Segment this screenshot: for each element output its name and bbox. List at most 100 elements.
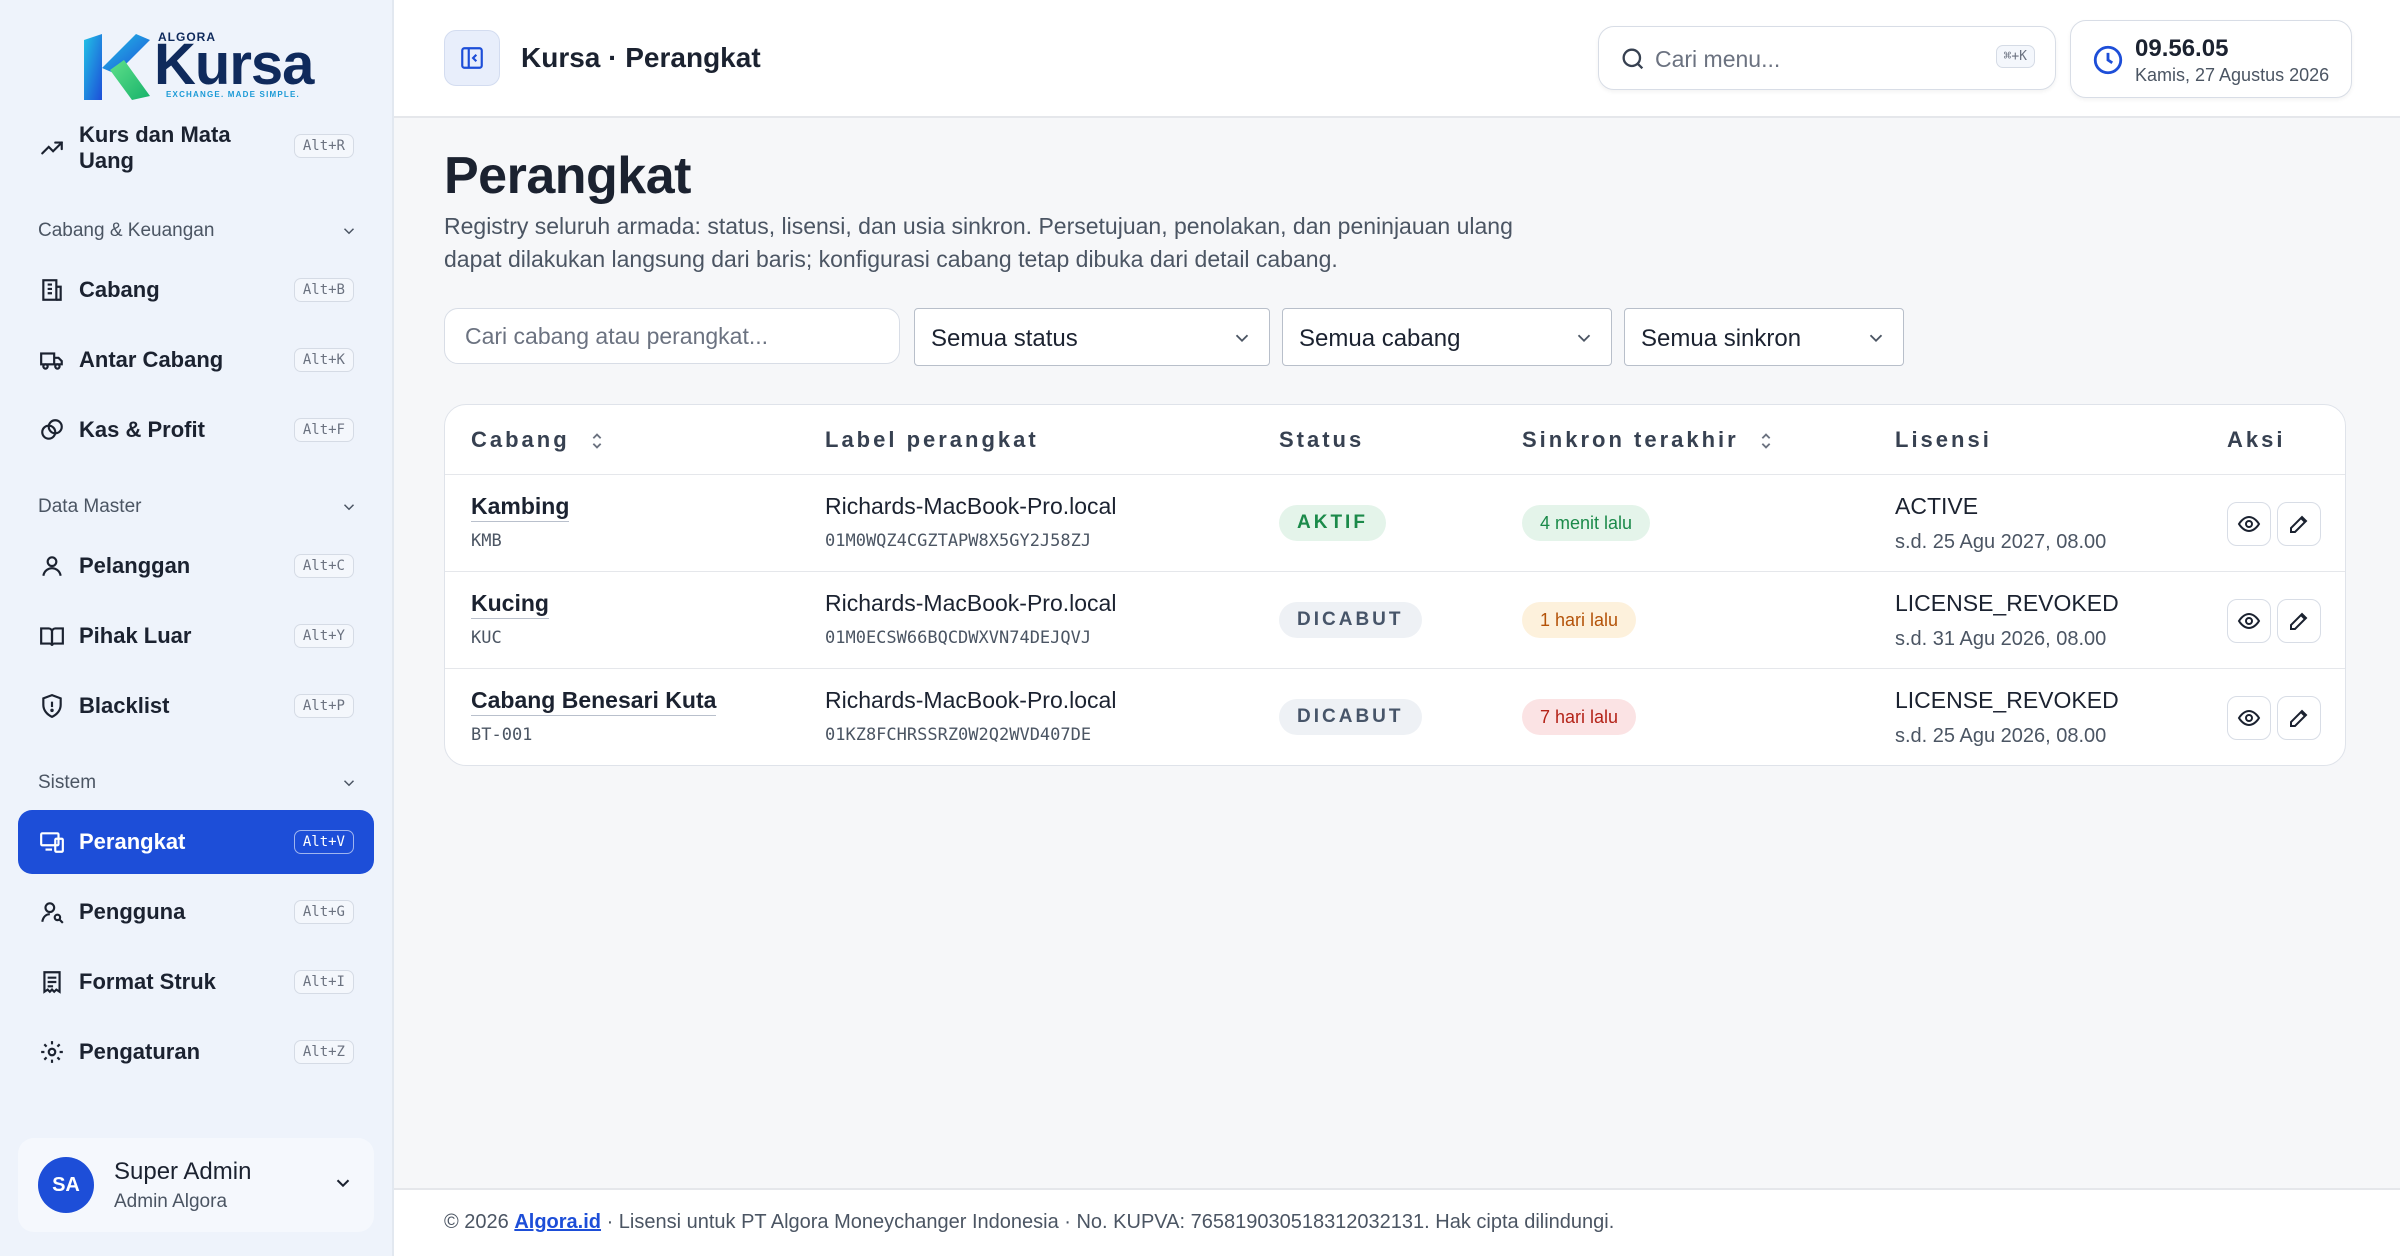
sidebar-item-cabang[interactable]: Cabang Alt+B — [18, 258, 374, 322]
footer-link[interactable]: Algora.id — [514, 1211, 601, 1233]
sort-icon — [1761, 433, 1771, 449]
sync-filter-select[interactable]: Semua sinkron — [1624, 308, 1904, 366]
sync-badge: 1 hari lalu — [1522, 602, 1637, 638]
chevron-down-icon — [1577, 334, 1591, 343]
section-data-master[interactable]: Data Master — [38, 496, 358, 518]
view-button[interactable] — [2227, 502, 2271, 546]
shield-icon — [38, 692, 66, 720]
column-header-label: Label perangkat — [825, 427, 1039, 452]
column-header-status: Status — [1279, 427, 1365, 452]
chevron-down-icon — [343, 228, 355, 235]
select-value: Semua sinkron — [1641, 325, 1802, 352]
sidebar: ALGORA Kursa EXCHANGE. MADE SIMPLE. Kurs… — [0, 0, 394, 1256]
breadcrumb: Kursa · Perangkat — [521, 42, 761, 73]
table-header: Cabang Label perangkat Status Sinkron te… — [445, 405, 2345, 475]
view-button[interactable] — [2227, 599, 2271, 643]
sidebar-item-label: Format Struk — [79, 969, 216, 994]
sidebar-item-kurs[interactable]: Kurs dan Mata Uang Alt+R — [18, 120, 374, 184]
book-open-icon — [38, 622, 66, 650]
sidebar-item-label: Kurs dan Mata — [79, 122, 231, 147]
section-title: Sistem — [38, 772, 97, 793]
license-expiry: s.d. 31 Agu 2026, 08.00 — [1895, 628, 2107, 650]
brand-tagline: EXCHANGE. MADE SIMPLE. — [166, 90, 300, 99]
view-button[interactable] — [2227, 696, 2271, 740]
section-cabang-keuangan[interactable]: Cabang & Keuangan — [38, 220, 358, 242]
user-role: Admin Algora — [114, 1191, 228, 1212]
shortcut-badge: Alt+P — [293, 694, 354, 718]
branch-link[interactable]: Kucing — [471, 590, 549, 619]
shortcut-badge: Alt+G — [293, 900, 354, 924]
filter-search-input[interactable] — [444, 308, 900, 364]
sidebar-toggle-button[interactable] — [444, 30, 500, 86]
menu-search-input[interactable] — [1655, 41, 1955, 77]
column-label: Sinkron terakhir — [1522, 427, 1739, 452]
sidebar-item-perangkat[interactable]: Perangkat Alt+V — [18, 810, 374, 874]
license-status: LICENSE_REVOKED — [1895, 590, 2119, 616]
status-badge: AKTIF — [1279, 505, 1386, 541]
sidebar-item-label: Blacklist — [79, 693, 170, 718]
menu-search[interactable]: ⌘+K — [1598, 26, 2056, 90]
chevron-down-icon — [343, 504, 355, 511]
footer: © 2026 Algora.id · Lisensi untuk PT Algo… — [394, 1188, 2400, 1256]
device-id: 01KZ8FCHRSSRZ0W2Q2WVD407DE — [825, 725, 1092, 745]
sidebar-item-pengguna[interactable]: Pengguna Alt+G — [18, 880, 374, 944]
shortcut-badge: ⌘+K — [1995, 45, 2035, 68]
select-value: Semua cabang — [1299, 325, 1461, 352]
chevron-down-icon — [336, 1179, 350, 1188]
sidebar-item-format-struk[interactable]: Format Struk Alt+I — [18, 950, 374, 1014]
eye-icon — [2237, 709, 2261, 727]
sidebar-item-label: Perangkat — [79, 829, 186, 854]
column-label: Cabang — [471, 427, 570, 452]
sidebar-item-label: Pengaturan — [79, 1039, 201, 1064]
sidebar-item-kas-profit[interactable]: Kas & Profit Alt+F — [18, 398, 374, 462]
license-expiry: s.d. 25 Agu 2026, 08.00 — [1895, 725, 2107, 747]
shortcut-badge: Alt+B — [293, 278, 354, 302]
chevron-down-icon — [1235, 334, 1249, 343]
sync-badge: 7 hari lalu — [1522, 699, 1637, 735]
branch-code: BT-001 — [471, 725, 533, 745]
shortcut-badge: Alt+V — [293, 830, 354, 854]
clock-widget: 09.56.05 Kamis, 27 Agustus 2026 — [2070, 20, 2352, 98]
branch-link[interactable]: Kambing — [471, 493, 570, 522]
shortcut-badge: Alt+Z — [293, 1040, 354, 1064]
edit-button[interactable] — [2277, 599, 2321, 643]
branch-filter-select[interactable]: Semua cabang — [1282, 308, 1612, 366]
pencil-icon — [2290, 515, 2308, 533]
sidebar-item-blacklist[interactable]: Blacklist Alt+P — [18, 674, 374, 738]
user-menu[interactable]: SA Super Admin Admin Algora — [18, 1138, 374, 1232]
edit-button[interactable] — [2277, 696, 2321, 740]
sidebar-item-antar-cabang[interactable]: Antar Cabang Alt+K — [18, 328, 374, 392]
branch-link[interactable]: Cabang Benesari Kuta — [471, 687, 717, 716]
column-header-cabang[interactable]: Cabang — [471, 427, 605, 453]
footer-text: © 2026 Algora.id · Lisensi untuk PT Algo… — [444, 1211, 1614, 1234]
sidebar-item-pihak-luar[interactable]: Pihak Luar Alt+Y — [18, 604, 374, 668]
brand-logo[interactable]: ALGORA Kursa EXCHANGE. MADE SIMPLE. — [80, 26, 320, 106]
edit-button[interactable] — [2277, 502, 2321, 546]
table-row: Kambing KMB Richards-MacBook-Pro.local 0… — [445, 475, 2345, 572]
sort-icon — [592, 433, 602, 449]
branch-code: KUC — [471, 628, 502, 648]
search-icon — [1622, 48, 1644, 70]
clock-icon — [2093, 45, 2123, 75]
shortcut-badge: Alt+I — [293, 970, 354, 994]
receipt-icon — [38, 968, 66, 996]
sidebar-item-label: Pihak Luar — [79, 623, 192, 648]
section-sistem[interactable]: Sistem — [38, 772, 358, 794]
status-badge: DICABUT — [1279, 699, 1422, 735]
user-key-icon — [38, 898, 66, 926]
sidebar-item-pengaturan[interactable]: Pengaturan Alt+Z — [18, 1020, 374, 1084]
sidebar-collapse-icon — [461, 47, 483, 69]
column-header-sinkron[interactable]: Sinkron terakhir — [1522, 427, 1774, 453]
section-title: Cabang & Keuangan — [38, 220, 215, 241]
top-header: Kursa · Perangkat ⌘+K 09.56.05 Kamis, 27… — [394, 0, 2400, 118]
status-filter-select[interactable]: Semua status — [914, 308, 1270, 366]
sidebar-item-label: Pengguna — [79, 899, 186, 924]
sidebar-item-pelanggan[interactable]: Pelanggan Alt+C — [18, 534, 374, 598]
chevron-down-icon — [343, 780, 355, 787]
shortcut-badge: Alt+F — [293, 418, 354, 442]
shortcut-badge: Alt+R — [293, 134, 354, 158]
sidebar-item-label: Pelanggan — [79, 553, 191, 578]
user-icon — [38, 552, 66, 580]
license-expiry: s.d. 25 Agu 2027, 08.00 — [1895, 531, 2107, 553]
sidebar-item-label: Antar Cabang — [79, 347, 224, 372]
